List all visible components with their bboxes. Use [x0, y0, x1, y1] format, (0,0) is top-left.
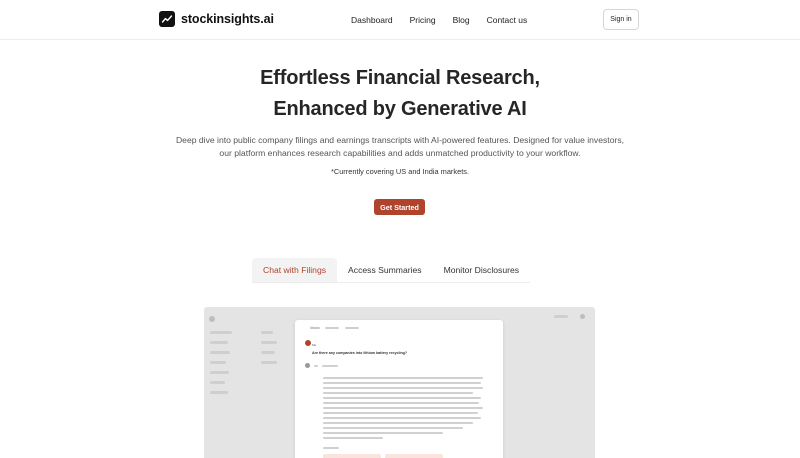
preview-list-item — [261, 361, 277, 364]
feature-tabs: Chat with Filings Access Summaries Monit… — [252, 258, 531, 283]
preview-menu-item — [210, 351, 230, 354]
nav-link-contact[interactable]: Contact us — [487, 15, 528, 25]
preview-answer-line — [323, 427, 463, 429]
tab-chat-with-filings[interactable]: Chat with Filings — [252, 258, 338, 282]
preview-user-avatar — [305, 340, 311, 346]
tab-access-summaries[interactable]: Access Summaries — [337, 258, 433, 282]
preview-bot-avatar — [305, 363, 310, 368]
preview-list-item — [261, 341, 277, 344]
preview-answer-line — [323, 382, 481, 384]
preview-tab-bar — [310, 327, 320, 329]
nav-links: Dashboard Pricing Blog Contact us — [351, 15, 544, 25]
preview-answer-line — [323, 432, 443, 434]
sign-in-button[interactable]: Sign in — [603, 9, 639, 30]
preview-list-item — [261, 351, 275, 354]
top-navbar: stockinsights.ai Dashboard Pricing Blog … — [0, 0, 800, 40]
preview-avatar-icon — [580, 314, 585, 319]
get-started-button[interactable]: Get Started — [374, 199, 425, 215]
preview-source-chip — [323, 454, 381, 458]
preview-menu-item — [210, 361, 226, 364]
preview-chat-card: Me Are there any companies into lithium … — [295, 320, 503, 458]
hero-title-line1: Effortless Financial Research, — [260, 67, 540, 89]
preview-answer-line — [323, 422, 473, 424]
preview-menu-item — [210, 331, 232, 334]
preview-answer-line — [323, 412, 478, 414]
product-preview-image: Me Are there any companies into lithium … — [204, 307, 595, 458]
preview-menu-item — [210, 371, 229, 374]
preview-bot-icon — [314, 365, 318, 367]
hero-subtitle: Deep dive into public company filings an… — [175, 135, 625, 158]
brand-name: stockinsights.ai — [181, 12, 274, 26]
preview-answer-line — [323, 392, 473, 394]
preview-bot-label — [322, 365, 338, 367]
nav-link-dashboard[interactable]: Dashboard — [351, 15, 393, 25]
preview-user-name: Me — [312, 343, 317, 347]
preview-answer-line — [323, 397, 481, 399]
preview-menu-item — [210, 341, 228, 344]
preview-answer-line — [323, 417, 481, 419]
preview-answer-line — [323, 437, 383, 439]
preview-answer-line — [323, 377, 483, 379]
preview-header-item — [554, 315, 568, 318]
coverage-note: *Currently covering US and India markets… — [330, 167, 470, 176]
preview-logo-icon — [209, 316, 215, 322]
tab-monitor-disclosures[interactable]: Monitor Disclosures — [433, 258, 530, 282]
preview-source-chip — [385, 454, 443, 458]
nav-link-pricing[interactable]: Pricing — [410, 15, 436, 25]
preview-question: Are there any companies into lithium bat… — [312, 351, 408, 355]
hero-title-line2: Enhanced by Generative AI — [273, 98, 527, 120]
chart-trend-icon — [159, 11, 175, 27]
preview-menu-item — [210, 391, 228, 394]
preview-sidebar — [204, 307, 256, 458]
preview-menu-item — [210, 381, 225, 384]
preview-list-item — [261, 331, 273, 334]
preview-tab-bar — [325, 327, 339, 329]
preview-answer-line — [323, 387, 483, 389]
preview-tab-bar — [345, 327, 359, 329]
brand-logo[interactable]: stockinsights.ai — [159, 11, 274, 27]
preview-answer-line — [323, 402, 479, 404]
preview-answer-line — [323, 407, 483, 409]
preview-sources-label — [323, 447, 339, 449]
nav-link-blog[interactable]: Blog — [453, 15, 470, 25]
